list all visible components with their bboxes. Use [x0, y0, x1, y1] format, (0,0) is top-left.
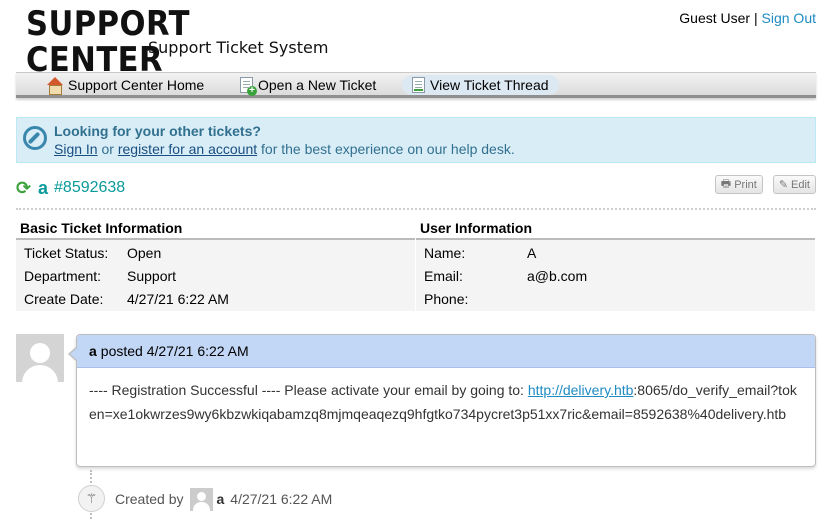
- entry-author: a: [89, 343, 97, 359]
- new-ticket-icon: [240, 77, 257, 96]
- nav-item-home[interactable]: Support Center Home: [38, 75, 214, 95]
- edit-label: Edit: [791, 178, 810, 191]
- info-value: Open: [127, 244, 162, 261]
- info-label: Ticket Status:: [24, 244, 109, 261]
- nav-item-label: View Ticket Thread: [430, 77, 549, 93]
- info-value: a@b.com: [527, 267, 588, 284]
- ticket-thread-icon: [412, 77, 425, 93]
- edit-icon: ✎: [778, 179, 789, 191]
- thread-entry-body: ---- Registration Successful ---- Please…: [77, 368, 815, 436]
- info-row-create-date: Create Date: 4/27/21 6:22 AM: [16, 287, 415, 310]
- avatar: [16, 334, 64, 382]
- info-row-phone: Phone:: [416, 287, 815, 310]
- guest-user-label: Guest User: [679, 10, 751, 26]
- verify-link[interactable]: http://delivery.htb: [528, 382, 634, 398]
- banner-text: Sign In or register for an account for t…: [54, 141, 515, 157]
- event-time: 4/27/21 6:22 AM: [230, 491, 333, 507]
- edit-button[interactable]: ✎ Edit: [772, 175, 816, 194]
- info-label: Name:: [424, 244, 466, 261]
- print-icon: 🖶: [720, 178, 732, 190]
- logo[interactable]: SUPPORT CENTER Support Ticket System: [26, 6, 329, 78]
- main-nav: Support Center Home Open a New Ticket Vi…: [16, 72, 816, 98]
- ticket-actions: 🖶 Print ✎ Edit: [714, 175, 816, 194]
- compass-icon: [23, 126, 47, 150]
- sign-in-link[interactable]: Sign In: [54, 141, 98, 157]
- info-row-name: Name: A: [416, 241, 815, 264]
- thread-entry-header: a posted 4/27/21 6:22 AM: [77, 335, 815, 368]
- home-icon: [46, 76, 63, 95]
- nav-item-label: Support Center Home: [68, 77, 205, 93]
- info-row-status: Ticket Status: Open: [16, 241, 415, 264]
- nav-item-label: Open a New Ticket: [258, 77, 377, 93]
- section-heading: Basic Ticket Information: [16, 218, 415, 240]
- user-info: User Information Name: A Email: a@b.com …: [416, 218, 815, 311]
- user-links: Guest User | Sign Out: [679, 10, 816, 26]
- sign-out-link[interactable]: Sign Out: [762, 10, 816, 26]
- thread-event: Created by a 4/27/21 6:22 AM: [115, 487, 332, 511]
- ticket-number[interactable]: #8592638: [54, 179, 125, 197]
- print-label: Print: [734, 178, 757, 191]
- nav-item-view-thread[interactable]: View Ticket Thread: [402, 75, 559, 95]
- divider: [16, 208, 816, 210]
- thread-entry: a posted 4/27/21 6:22 AM ---- Registratio…: [68, 334, 816, 467]
- nav-item-new-ticket[interactable]: Open a New Ticket: [230, 75, 386, 96]
- created-by-label: Created by: [115, 491, 184, 507]
- info-value: 4/27/21 6:22 AM: [127, 290, 229, 307]
- refresh-icon[interactable]: ⟳: [16, 179, 32, 197]
- register-link[interactable]: register for an account: [118, 141, 257, 157]
- banner-or: or: [97, 141, 118, 157]
- separator: |: [753, 10, 758, 26]
- entry-posted: posted 4/27/21 6:22 AM: [100, 343, 249, 359]
- info-label: Phone:: [424, 290, 469, 307]
- ticket-subject: a: [38, 177, 49, 198]
- info-value: A: [527, 244, 537, 261]
- ticket-title: ⟳ a #8592638: [16, 177, 125, 199]
- info-label: Create Date:: [24, 290, 104, 307]
- basic-ticket-info: Basic Ticket Information Ticket Status: …: [16, 218, 415, 311]
- logo-subtitle: Support Ticket System: [148, 38, 329, 57]
- section-heading: User Information: [416, 218, 815, 240]
- event-author: a: [216, 491, 225, 507]
- avatar: [190, 487, 214, 511]
- entry-body-prefix: ---- Registration Successful ---- Please…: [89, 382, 528, 398]
- print-button[interactable]: 🖶 Print: [714, 175, 763, 194]
- banner-suffix: for the best experience on our help desk…: [257, 141, 515, 157]
- info-value: Support: [127, 267, 177, 284]
- info-label: Department:: [24, 267, 102, 284]
- info-row-email: Email: a@b.com: [416, 264, 815, 287]
- banner-title: Looking for your other tickets?: [54, 123, 261, 139]
- info-banner: Looking for your other tickets? Sign In …: [16, 117, 816, 163]
- info-label: Email:: [424, 267, 463, 284]
- info-row-department: Department: Support: [16, 264, 415, 287]
- magic-wand-icon: ⚚: [78, 485, 105, 512]
